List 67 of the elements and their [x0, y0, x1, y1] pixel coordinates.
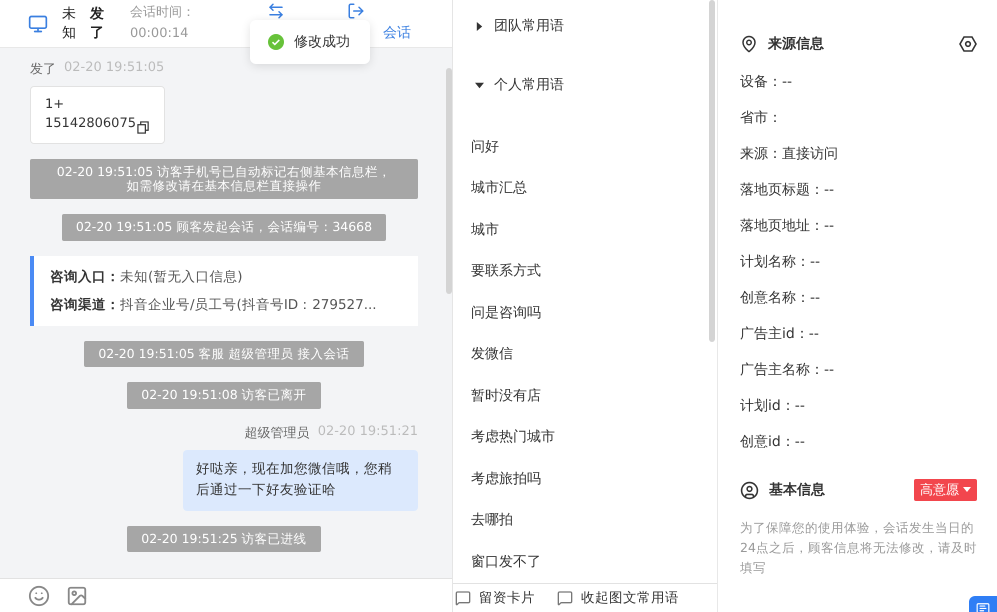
phrase-action[interactable]: 留资卡片	[455, 588, 535, 607]
transfer-button[interactable]	[267, 2, 285, 20]
check-circle-icon	[268, 34, 284, 50]
phrase-item[interactable]: 发微信	[471, 334, 717, 375]
system-message: 02-20 19:51:08 访客已离开	[127, 382, 321, 409]
monitor-icon	[28, 14, 48, 34]
info-field: 落地页地址：--	[740, 212, 977, 248]
system-message: 02-20 19:51:05 访客手机号已自动标记右侧基本信息栏， 如需修改请在基本信息栏直接操作	[30, 158, 418, 200]
phrase-group[interactable]: 个人常用语	[471, 67, 717, 103]
info-field: 落地页标题：--	[740, 176, 977, 212]
message-icon	[455, 590, 471, 606]
info-label: 咨询渠道：	[50, 296, 120, 314]
info-field: 计划名称：--	[740, 248, 977, 284]
phrase-item[interactable]: 城市汇总	[471, 168, 717, 209]
intent-dropdown[interactable]: 高意愿	[914, 479, 977, 501]
settings-icon[interactable]	[959, 35, 977, 53]
visitor-name: 未知	[62, 4, 76, 42]
info-field: 省市：	[740, 104, 977, 140]
scrollbar-thumb[interactable]	[446, 68, 452, 294]
location-pin-icon	[740, 35, 758, 53]
message-time: 02-20 19:51:05	[64, 60, 164, 77]
section-title: 基本信息	[769, 481, 826, 499]
message-bubble: 好哒亲，现在加您微信哦，您稍后通过一下好友验证哈	[183, 450, 418, 511]
info-field: 创意id：--	[740, 428, 977, 464]
sender-name: 超级管理员	[244, 424, 310, 442]
message-time: 02-20 19:51:21	[318, 424, 418, 441]
phrase-item[interactable]: 考虑旅拍吗	[471, 458, 717, 500]
phrase-item[interactable]: 窗口发不了	[471, 541, 717, 582]
message-text: 1+	[45, 96, 66, 114]
message-icon	[976, 602, 990, 612]
toast-text: 修改成功	[294, 33, 350, 51]
phone-number: 15142806075	[45, 114, 136, 133]
phrase-item[interactable]: 去哪拍	[471, 500, 717, 541]
info-label: 咨询入口：	[50, 268, 120, 286]
phrase-action[interactable]: 收起图文常用语	[557, 588, 679, 607]
info-field: 创意名称：--	[740, 284, 977, 320]
info-field: 广告主名称：--	[740, 356, 977, 392]
message-icon	[557, 590, 573, 606]
phrase-item[interactable]: 问是咨询吗	[471, 292, 717, 334]
info-field: 广告主id：--	[740, 320, 977, 356]
caret-icon	[963, 487, 971, 493]
system-message: 02-20 19:51:25 访客已进线	[127, 526, 321, 552]
phrase-group[interactable]: 团队常用语	[471, 8, 717, 44]
phrase-item[interactable]: 要联系方式	[471, 250, 717, 292]
info-field: 设备：--	[740, 68, 977, 104]
emoji-icon[interactable]	[28, 584, 50, 606]
info-field: 来源：直接访问	[740, 140, 977, 176]
user-circle-icon	[740, 480, 759, 500]
scrollbar-thumb[interactable]	[709, 0, 715, 342]
visitor-tag: 发了	[90, 4, 104, 42]
copy-icon[interactable]	[136, 120, 150, 134]
section-title: 来源信息	[768, 35, 825, 53]
info-value: 抖音企业号/员工号(抖音号ID：279527...	[120, 296, 377, 314]
phrase-item[interactable]: 暂时没有店	[471, 375, 717, 416]
session-time: 00:00:14	[130, 24, 190, 42]
phrase-item[interactable]: 城市	[471, 209, 717, 250]
exit-icon	[347, 2, 365, 20]
phrase-item[interactable]: 考虑热门城市	[471, 416, 717, 458]
image-icon[interactable]	[66, 584, 88, 606]
info-field: 计划id：--	[740, 392, 977, 428]
info-value: 未知(暂无入口信息)	[120, 268, 243, 286]
notice-text: 为了保障您的使用体验，会话发生当日的24点之后，顾客信息将无法修改，请及时填写	[740, 519, 977, 577]
session-time-label: 会话时间：	[130, 4, 195, 22]
system-message: 02-20 19:51:05 客服 超级管理员 接入会话	[84, 340, 364, 368]
sender-name: 发了	[30, 61, 56, 78]
system-message: 02-20 19:51:05 顾客发起会话，会话编号：34668	[62, 214, 386, 241]
phrase-item[interactable]: 问好	[471, 126, 717, 168]
